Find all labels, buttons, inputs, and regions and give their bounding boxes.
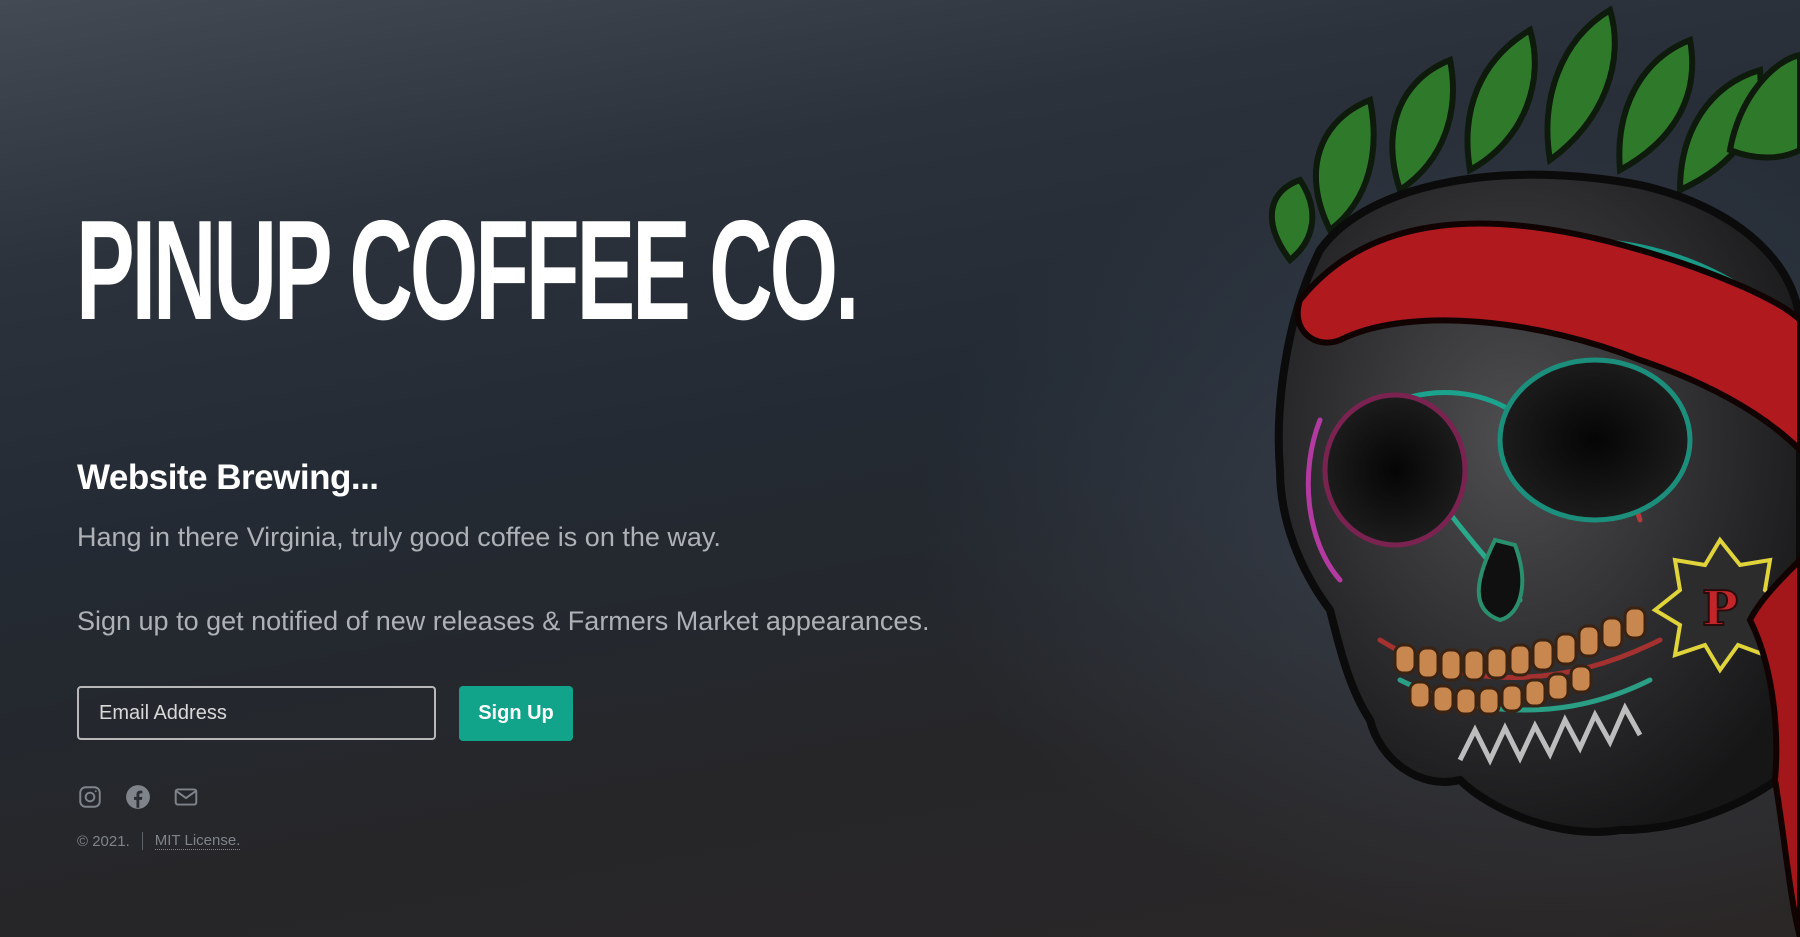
- tagline-text: Hang in there Virginia, truly good coffe…: [77, 522, 721, 552]
- right-eye-socket: [1497, 357, 1693, 523]
- sign-up-button[interactable]: Sign Up: [459, 686, 573, 741]
- page-title: PINUP COFFEE CO.: [76, 191, 859, 350]
- skull-illustration: P: [1269, 5, 1800, 937]
- signup-description: Sign up to get notified of new releases …: [77, 606, 930, 636]
- instagram-icon[interactable]: [77, 784, 103, 810]
- svg-text:P: P: [1702, 581, 1738, 637]
- social-links: [77, 784, 199, 810]
- email-input[interactable]: [77, 686, 436, 740]
- left-eye-socket: [1322, 392, 1468, 548]
- brewing-heading: Website Brewing...: [77, 458, 379, 497]
- footer-divider: [141, 832, 143, 850]
- landing-page: PINUP COFFEE CO. Website Brewing... Hang…: [0, 0, 1800, 937]
- facebook-icon[interactable]: [125, 784, 151, 810]
- mail-icon[interactable]: [173, 784, 199, 810]
- copyright-text: © 2021.: [77, 832, 130, 850]
- footer: © 2021. MIT License.: [77, 832, 241, 850]
- license-link[interactable]: MIT License.: [154, 832, 241, 850]
